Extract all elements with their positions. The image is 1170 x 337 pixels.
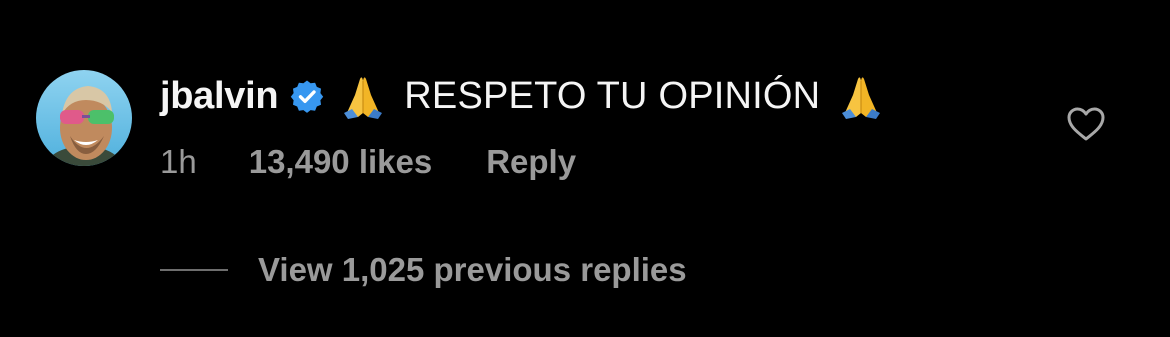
comment-text: RESPETO TU OPINIÓN <box>338 73 886 119</box>
avatar-image <box>36 70 132 166</box>
comment-line: jbalvin RESPETO TU OPINIÓN <box>160 70 886 122</box>
comment-meta: 1h 13,490 likes Reply <box>160 140 576 184</box>
likes-count[interactable]: 13,490 likes <box>249 143 433 181</box>
replies-divider <box>160 269 228 271</box>
verified-badge-icon <box>290 79 324 113</box>
folded-hands-emoji-icon <box>836 73 886 119</box>
heart-icon[interactable] <box>1066 106 1106 142</box>
view-previous-replies-button[interactable]: View 1,025 previous replies <box>160 248 687 292</box>
avatar[interactable] <box>36 70 132 166</box>
comment-timestamp: 1h <box>160 143 197 180</box>
comment-body: RESPETO TU OPINIÓN <box>404 74 821 117</box>
username[interactable]: jbalvin <box>160 75 279 118</box>
folded-hands-emoji-icon <box>338 73 388 119</box>
view-replies-label: View 1,025 previous replies <box>258 251 687 288</box>
reply-button[interactable]: Reply <box>486 143 576 181</box>
